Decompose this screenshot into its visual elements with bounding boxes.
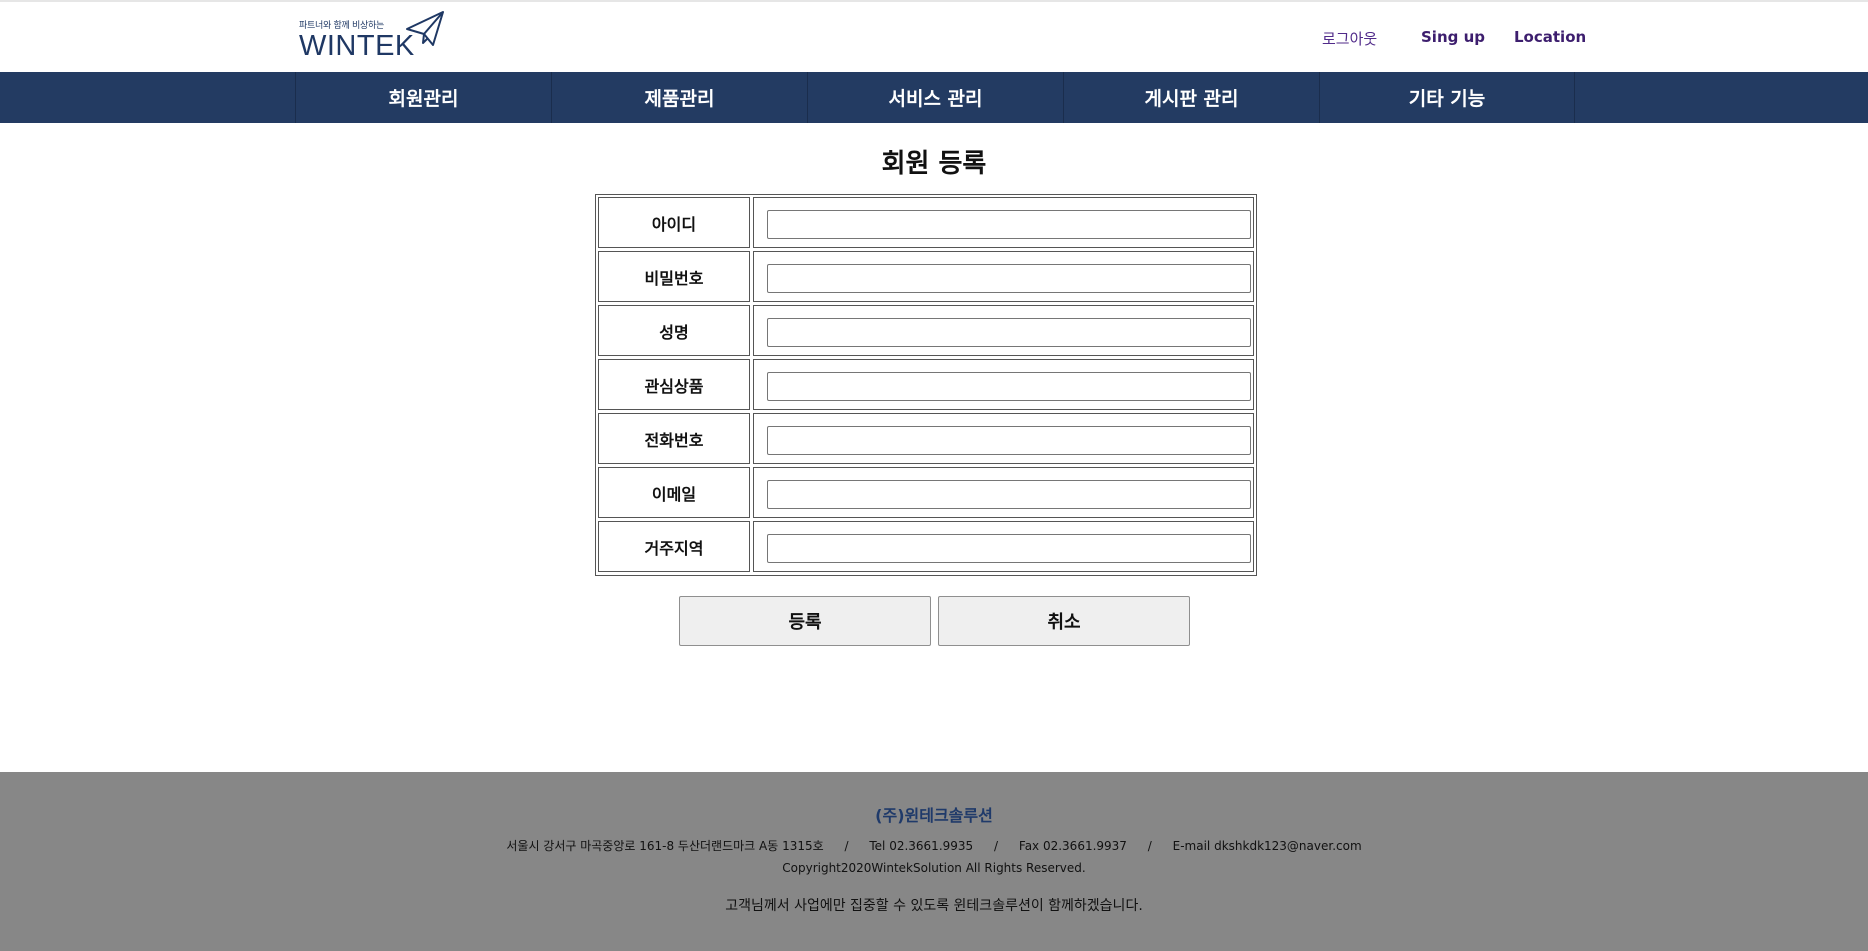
- footer-tel: Tel 02.3661.9935: [869, 839, 974, 853]
- footer-address: 서울시 강서구 마곡중앙로 161-8 두산더랜드마크 A동 1315호: [506, 839, 824, 853]
- footer-slogan: 고객님께서 사업에만 집중할 수 있도록 윈테크솔루션이 함께하겠습니다.: [725, 898, 1143, 914]
- wintek-logo[interactable]: 파트너와 함께 비상하는 WINTEK: [299, 9, 449, 65]
- region-label: 거주지역: [598, 521, 750, 572]
- page-title: 회원 등록: [881, 149, 987, 179]
- id-input[interactable]: [767, 210, 1251, 239]
- id-cell: [753, 197, 1254, 248]
- footer-fax: Fax 02.3661.9937: [1018, 839, 1127, 853]
- password-input[interactable]: [767, 264, 1251, 293]
- main-nav: 회원관리 제품관리 서비스 관리 게시판 관리 기타 기능: [0, 72, 1868, 123]
- footer-email: E-mail dkshkdk123@naver.com: [1172, 839, 1362, 853]
- registration-form: 아이디 비밀번호 성명 관심상품 전화번호 이메일 거주지역: [595, 194, 1257, 576]
- footer-separator: /: [844, 839, 849, 853]
- password-label: 비밀번호: [598, 251, 750, 302]
- form-row-email: 이메일: [598, 467, 1254, 518]
- region-input[interactable]: [767, 534, 1251, 563]
- form-row-interest-product: 관심상품: [598, 359, 1254, 410]
- form-row-password: 비밀번호: [598, 251, 1254, 302]
- name-label: 성명: [598, 305, 750, 356]
- nav-item-service-management[interactable]: 서비스 관리: [807, 72, 1063, 123]
- nav-item-member-management[interactable]: 회원관리: [295, 72, 551, 123]
- id-label: 아이디: [598, 197, 750, 248]
- email-cell: [753, 467, 1254, 518]
- region-cell: [753, 521, 1254, 572]
- form-row-region: 거주지역: [598, 521, 1254, 572]
- cancel-button[interactable]: 취소: [938, 596, 1190, 646]
- nav-item-board-management[interactable]: 게시판 관리: [1063, 72, 1319, 123]
- location-link[interactable]: Location: [1514, 28, 1586, 46]
- interest-product-label: 관심상품: [598, 359, 750, 410]
- logout-link[interactable]: 로그아웃: [1322, 28, 1377, 49]
- footer-company-name: (주)윈테크솔루션: [875, 806, 993, 825]
- logo-wordmark: WINTEK: [299, 30, 415, 62]
- site-footer: (주)윈테크솔루션 서울시 강서구 마곡중앙로 161-8 두산더랜드마크 A동…: [0, 772, 1868, 951]
- signup-link[interactable]: Sing up: [1421, 28, 1485, 46]
- phone-cell: [753, 413, 1254, 464]
- email-label: 이메일: [598, 467, 750, 518]
- form-row-name: 성명: [598, 305, 1254, 356]
- name-input[interactable]: [767, 318, 1251, 347]
- footer-separator: /: [1147, 839, 1152, 853]
- phone-input[interactable]: [767, 426, 1251, 455]
- footer-contact-info: 서울시 강서구 마곡중앙로 161-8 두산더랜드마크 A동 1315호 / T…: [0, 837, 1868, 854]
- interest-product-cell: [753, 359, 1254, 410]
- interest-product-input[interactable]: [767, 372, 1251, 401]
- password-cell: [753, 251, 1254, 302]
- form-row-id: 아이디: [598, 197, 1254, 248]
- nav-item-other-features[interactable]: 기타 기능: [1319, 72, 1575, 123]
- nav-item-product-management[interactable]: 제품관리: [551, 72, 807, 123]
- form-row-phone: 전화번호: [598, 413, 1254, 464]
- site-header: 파트너와 함께 비상하는 WINTEK 로그아웃 Sing up Locatio…: [0, 2, 1868, 72]
- name-cell: [753, 305, 1254, 356]
- email-input[interactable]: [767, 480, 1251, 509]
- footer-separator: /: [994, 839, 999, 853]
- footer-copyright: Copyright2020WintekSolution All Rights R…: [782, 861, 1086, 875]
- phone-label: 전화번호: [598, 413, 750, 464]
- submit-button[interactable]: 등록: [679, 596, 931, 646]
- paper-plane-icon: [406, 11, 444, 46]
